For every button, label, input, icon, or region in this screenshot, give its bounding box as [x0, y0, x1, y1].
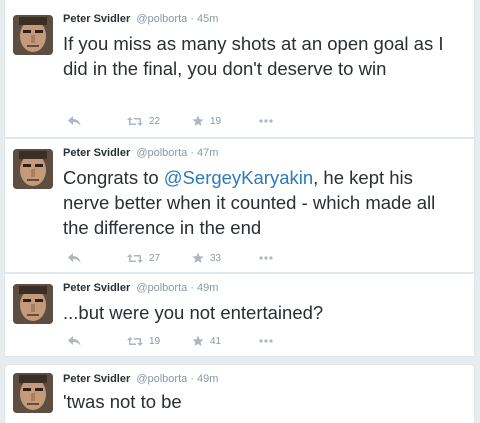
avatar[interactable]: [13, 15, 53, 55]
mention-link[interactable]: @SergeyKaryakin: [164, 167, 313, 188]
star-icon: [192, 252, 204, 263]
time-separator: ·: [190, 13, 194, 25]
retweet-icon: [127, 253, 143, 263]
reply-icon: [68, 335, 81, 346]
timeline: Peter Svidler @polborta · 45m If you mis…: [0, 0, 480, 423]
tweet-header: Peter Svidler @polborta · 49m: [63, 282, 218, 295]
tweet-text: 'twas not to be: [63, 389, 463, 414]
tweet[interactable]: Peter Svidler @polborta · 47m Congrats t…: [4, 138, 475, 273]
avatar[interactable]: [13, 149, 53, 189]
retweet-count: 22: [149, 115, 161, 127]
reply-button[interactable]: [68, 113, 81, 129]
reply-button[interactable]: [68, 250, 81, 266]
retweet-button[interactable]: 22: [127, 113, 160, 129]
star-icon: [192, 115, 204, 126]
tweet-header: Peter Svidler @polborta · 49m: [63, 373, 218, 386]
favorite-button[interactable]: 41: [192, 333, 221, 349]
tweet[interactable]: Peter Svidler @polborta · 45m If you mis…: [4, 0, 475, 138]
timestamp[interactable]: 45m: [197, 13, 218, 25]
time-separator: ·: [190, 373, 194, 385]
more-button[interactable]: [259, 250, 273, 266]
reply-icon: [68, 252, 81, 263]
author-handle[interactable]: @polborta: [136, 147, 187, 159]
more-icon: [259, 339, 273, 343]
favorite-button[interactable]: 19: [192, 113, 221, 129]
tweet-text: ...but were you not entertained?: [63, 300, 463, 325]
tweet-text-part: Congrats to: [63, 167, 164, 188]
tweet-header: Peter Svidler @polborta · 45m: [63, 13, 218, 26]
retweet-button[interactable]: 27: [127, 250, 160, 266]
tweet[interactable]: Peter Svidler @polborta · 49m 'twas not …: [4, 364, 475, 423]
author-name[interactable]: Peter Svidler: [63, 373, 130, 385]
author-handle[interactable]: @polborta: [136, 13, 187, 25]
timestamp[interactable]: 49m: [197, 373, 218, 385]
timestamp[interactable]: 47m: [197, 147, 218, 159]
tweet-text-part: If you miss as many shots at an open goa…: [63, 33, 444, 79]
author-name[interactable]: Peter Svidler: [63, 13, 130, 25]
retweet-icon: [127, 116, 143, 126]
timestamp[interactable]: 49m: [197, 282, 218, 294]
tweet-header: Peter Svidler @polborta · 47m: [63, 147, 218, 160]
tweet-text-part: 'twas not to be: [63, 391, 182, 412]
more-button[interactable]: [259, 333, 273, 349]
author-handle[interactable]: @polborta: [136, 282, 187, 294]
avatar[interactable]: [13, 373, 53, 413]
time-separator: ·: [190, 282, 194, 294]
retweet-icon: [127, 336, 143, 346]
author-name[interactable]: Peter Svidler: [63, 147, 130, 159]
more-icon: [259, 256, 273, 260]
retweet-count: 19: [149, 335, 161, 347]
time-separator: ·: [190, 147, 194, 159]
reply-icon: [68, 115, 81, 126]
star-icon: [192, 335, 204, 346]
retweet-button[interactable]: 19: [127, 333, 160, 349]
tweet-text: Congrats to @SergeyKaryakin, he kept his…: [63, 165, 463, 240]
tweet[interactable]: Peter Svidler @polborta · 49m ...but wer…: [4, 273, 475, 357]
avatar[interactable]: [13, 284, 53, 324]
more-icon: [259, 119, 273, 123]
author-handle[interactable]: @polborta: [136, 373, 187, 385]
tweet-text: If you miss as many shots at an open goa…: [63, 31, 463, 81]
favorite-count: 41: [210, 335, 222, 347]
tweet-text-part: ...but were you not entertained?: [63, 302, 324, 323]
author-name[interactable]: Peter Svidler: [63, 282, 130, 294]
retweet-count: 27: [149, 252, 161, 264]
favorite-count: 33: [210, 252, 222, 264]
favorite-button[interactable]: 33: [192, 250, 221, 266]
favorite-count: 19: [210, 115, 222, 127]
reply-button[interactable]: [68, 333, 81, 349]
more-button[interactable]: [259, 113, 273, 129]
